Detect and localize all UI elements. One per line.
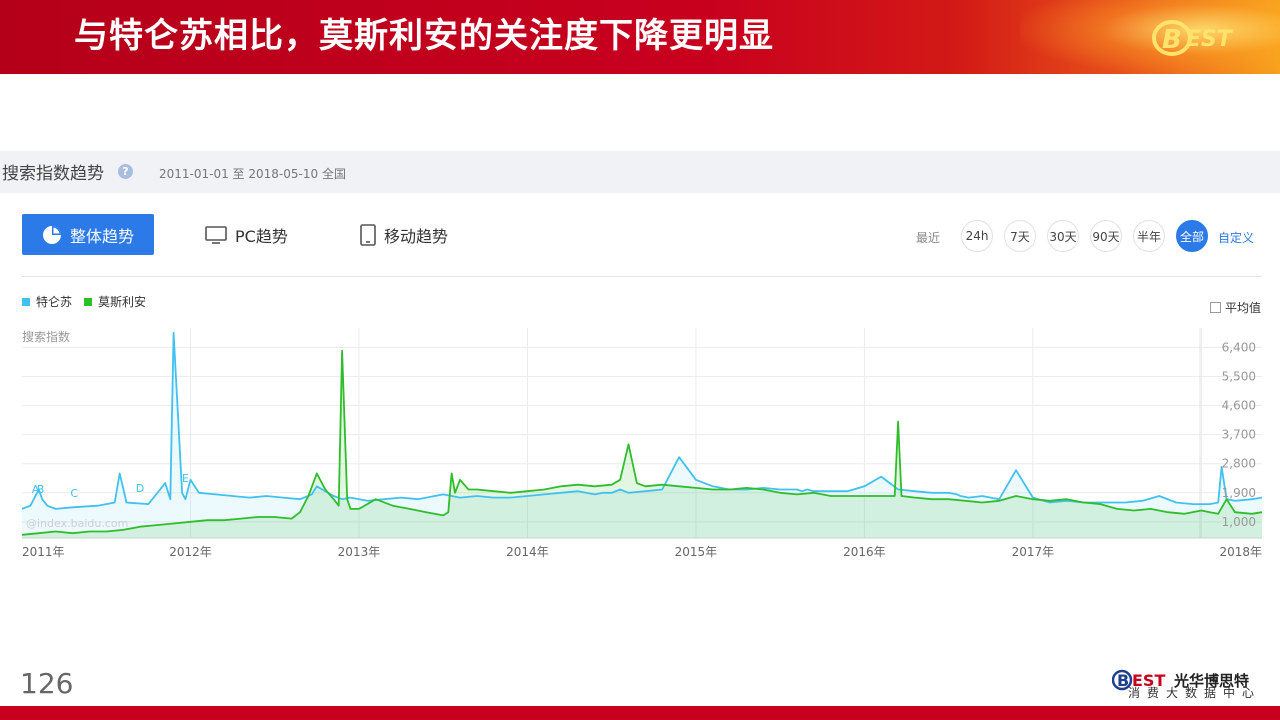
legend-swatch	[84, 297, 92, 306]
tab-pc-trend[interactable]: PC趋势	[205, 222, 288, 248]
checkbox[interactable]	[1210, 302, 1221, 313]
y-axis-label: 搜索指数	[22, 329, 70, 344]
slide-title: 与特仑苏相比，莫斯利安的关注度下降更明显	[74, 16, 774, 56]
question-icon[interactable]: ?	[118, 164, 133, 179]
monitor-icon	[205, 226, 227, 244]
custom-range-link[interactable]: 自定义	[1218, 229, 1254, 246]
best-logo: B EST	[1152, 20, 1234, 56]
index-panel-header: 搜索指数趋势 ? 2011-01-01 至 2018-05-10 全国	[0, 151, 1280, 193]
x-tick-label: 2014年	[506, 545, 549, 559]
x-tick-label: 2016年	[843, 545, 886, 559]
time-button-half-year[interactable]: 半年	[1133, 220, 1165, 252]
average-label: 平均值	[1225, 301, 1262, 315]
y-tick-label: 3,700	[1222, 428, 1256, 442]
tab-overall-trend[interactable]: 整体趋势	[22, 214, 154, 255]
y-tick-label: 1,000	[1222, 515, 1256, 529]
event-marker: D	[136, 482, 144, 495]
x-tick-label: 2013年	[338, 545, 381, 559]
y-tick-label: 5,500	[1222, 369, 1256, 383]
footer-subtitle: 消费大数据中心	[1128, 686, 1262, 700]
tab-label: 整体趋势	[69, 226, 134, 246]
event-marker: C	[70, 487, 78, 500]
legend-label: 莫斯利安	[98, 295, 147, 309]
legend-label: 特仑苏	[36, 295, 73, 309]
svg-text:B: B	[1162, 25, 1182, 55]
event-marker: E	[182, 472, 189, 485]
tab-mobile-trend[interactable]: 移动趋势	[360, 222, 448, 248]
average-toggle[interactable]: 平均值	[1210, 299, 1261, 316]
x-tick-label: 2018年	[1219, 545, 1262, 559]
y-tick-label: 2,800	[1222, 457, 1256, 471]
date-range: 2011-01-01 至 2018-05-10	[159, 167, 319, 181]
tab-label: 移动趋势	[384, 227, 449, 246]
y-tick-label: 4,600	[1222, 399, 1256, 413]
y-tick-label: 1,900	[1222, 486, 1256, 500]
x-tick-label: 2011年	[22, 545, 65, 559]
title-banner: 与特仑苏相比，莫斯利安的关注度下降更明显 B EST	[0, 0, 1280, 74]
panel-title: 搜索指数趋势	[2, 164, 104, 184]
divider	[22, 276, 1262, 277]
search-index-chart: 6,400 5,500 4,600 3,700 2,800 1,900 1,000 搜索指数 2…	[21, 328, 1263, 559]
watermark: @index.baidu.com	[26, 517, 128, 530]
x-tick-label: 2015年	[675, 545, 718, 559]
x-tick-label: 2017年	[1012, 545, 1055, 559]
region-label: 全国	[322, 167, 347, 181]
recent-label: 最近	[916, 231, 941, 245]
pie-icon	[42, 225, 61, 244]
event-marker: B	[37, 483, 45, 496]
time-button-90d[interactable]: 90天	[1090, 220, 1122, 252]
y-tick-label: 6,400	[1222, 340, 1256, 354]
legend-swatch	[22, 297, 30, 306]
x-tick-label: 2012年	[169, 545, 212, 559]
legend-item-telunsu[interactable]: 特仑苏	[22, 293, 72, 310]
series-line	[21, 331, 1263, 510]
svg-text:EST: EST	[1186, 27, 1234, 52]
footer-bar	[0, 706, 1280, 720]
tablet-icon	[360, 224, 376, 246]
time-button-7d[interactable]: 7天	[1004, 220, 1036, 252]
tab-label: PC趋势	[235, 227, 288, 246]
time-button-all[interactable]: 全部	[1176, 220, 1208, 252]
page-number: 126	[20, 667, 74, 700]
time-button-24h[interactable]: 24h	[961, 220, 993, 252]
time-button-30d[interactable]: 30天	[1047, 220, 1079, 252]
legend-item-mosilian[interactable]: 莫斯利安	[84, 293, 146, 310]
